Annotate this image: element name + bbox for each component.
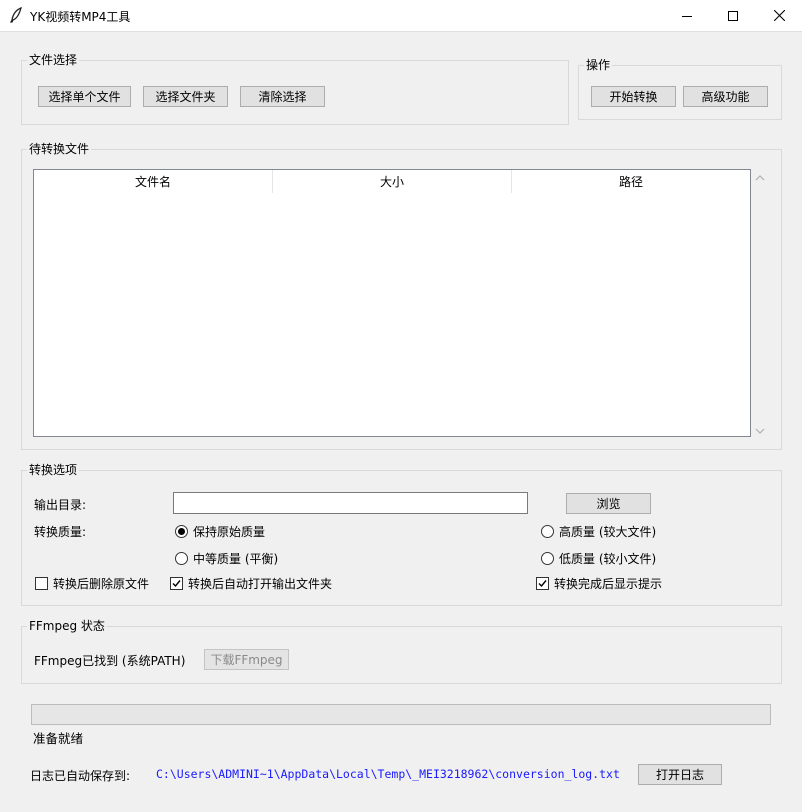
window-title: YK视频转MP4工具 (30, 10, 131, 24)
progress-bar (31, 704, 771, 725)
file-select-title: 文件选择 (27, 53, 80, 67)
status-text: 准备就绪 (33, 731, 84, 746)
delete-source-option[interactable]: 转换后删除原文件 (35, 575, 149, 592)
close-button[interactable] (756, 0, 802, 31)
quality-original-option[interactable]: 保持原始质量 (175, 523, 265, 540)
maximize-icon (728, 10, 738, 21)
download-ffmpeg-button[interactable]: 下载FFmpeg (204, 649, 289, 670)
quality-low-option[interactable]: 低质量 (较小文件) (541, 550, 656, 567)
delete-source-label: 转换后删除原文件 (53, 577, 150, 591)
open-output-option[interactable]: 转换后自动打开输出文件夹 (170, 575, 332, 592)
scroll-down-icon[interactable] (755, 427, 765, 435)
show-tip-label: 转换完成后显示提示 (554, 577, 663, 591)
quality-medium-option[interactable]: 中等质量 (平衡) (175, 550, 278, 567)
quality-medium-radio[interactable] (175, 552, 188, 565)
file-table[interactable]: 文件名 大小 路径 (33, 169, 751, 437)
maximize-button[interactable] (710, 0, 756, 31)
select-folder-button[interactable]: 选择文件夹 (143, 86, 228, 107)
output-dir-input[interactable] (173, 492, 528, 514)
options-title: 转换选项 (27, 463, 80, 477)
quality-low-radio[interactable] (541, 552, 554, 565)
open-output-label: 转换后自动打开输出文件夹 (188, 577, 333, 591)
open-output-checkbox[interactable] (170, 577, 183, 590)
output-dir-label: 输出目录: (34, 498, 87, 512)
open-log-button[interactable]: 打开日志 (638, 764, 722, 785)
start-convert-button[interactable]: 开始转换 (591, 86, 676, 107)
close-icon (773, 10, 785, 21)
column-header-path[interactable]: 路径 (512, 170, 750, 193)
actions-title: 操作 (584, 58, 613, 72)
clear-selection-button[interactable]: 清除选择 (240, 86, 325, 107)
scroll-up-icon[interactable] (755, 174, 765, 182)
radio-selected-dot (178, 528, 185, 535)
ffmpeg-status: FFmpeg已找到 (系统PATH) (34, 654, 186, 668)
delete-source-checkbox[interactable] (35, 577, 48, 590)
quality-high-radio[interactable] (541, 525, 554, 538)
select-file-button[interactable]: 选择单个文件 (38, 86, 131, 107)
browse-button[interactable]: 浏览 (566, 493, 651, 514)
quality-label: 转换质量: (34, 525, 87, 539)
pending-files-title: 待转换文件 (27, 142, 92, 156)
column-header-filename[interactable]: 文件名 (34, 170, 273, 193)
feather-icon (9, 7, 22, 23)
ffmpeg-title: FFmpeg 状态 (27, 619, 107, 633)
quality-original-label: 保持原始质量 (193, 525, 266, 539)
minimize-button[interactable] (664, 0, 710, 31)
advanced-features-button[interactable]: 高级功能 (683, 86, 768, 107)
quality-low-label: 低质量 (较小文件) (559, 552, 657, 566)
title-bar[interactable]: YK视频转MP4工具 (0, 0, 802, 32)
checkmark-icon (172, 580, 181, 588)
log-saved-label: 日志已自动保存到: (30, 769, 131, 783)
column-header-size[interactable]: 大小 (273, 170, 512, 193)
checkmark-icon (538, 580, 547, 588)
quality-high-option[interactable]: 高质量 (较大文件) (541, 523, 656, 540)
quality-high-label: 高质量 (较大文件) (559, 525, 657, 539)
minimize-icon (682, 15, 692, 17)
quality-medium-label: 中等质量 (平衡) (193, 552, 279, 566)
show-tip-checkbox[interactable] (536, 577, 549, 590)
quality-original-radio[interactable] (175, 525, 188, 538)
show-tip-option[interactable]: 转换完成后显示提示 (536, 575, 662, 592)
log-path: C:\Users\ADMINI~1\AppData\Local\Temp\_ME… (156, 767, 620, 781)
